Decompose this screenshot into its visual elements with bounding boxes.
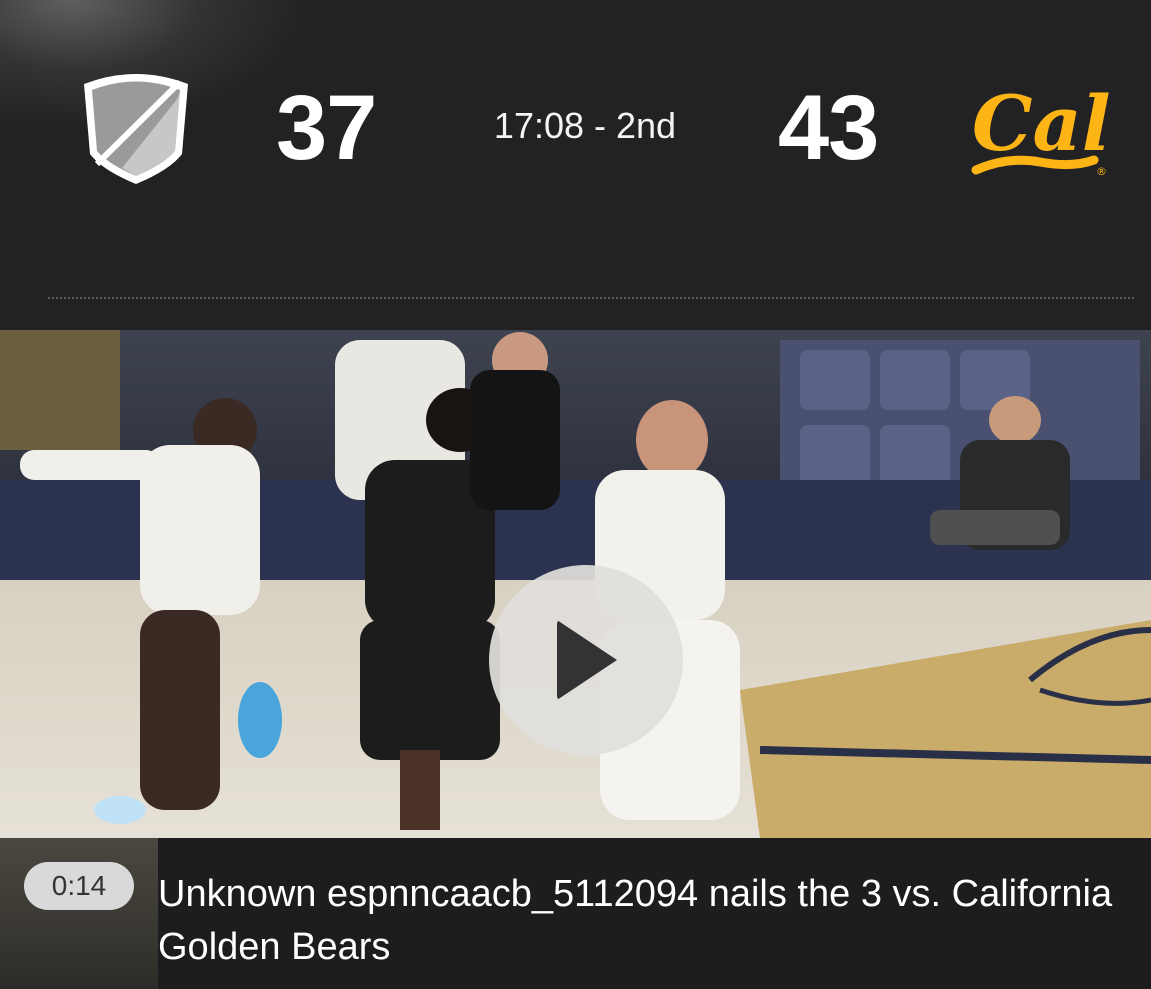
video-thumbnail: [0, 838, 158, 989]
cal-logo: Cal ®: [971, 79, 1110, 178]
video-caption-bar[interactable]: 0:14 Unknown espnncaacb_5112094 nails th…: [0, 838, 1151, 989]
divider: [48, 297, 1134, 299]
home-score: 43: [778, 77, 879, 179]
away-team-shield-icon: [84, 74, 188, 184]
duration-badge: 0:14: [24, 862, 134, 910]
svg-text:®: ®: [1096, 165, 1107, 178]
svg-text:Cal: Cal: [972, 79, 1110, 168]
scoreboard: 37 17:08 - 2nd 43 Cal ®: [0, 0, 1151, 330]
away-score: 37: [276, 77, 377, 179]
video-caption[interactable]: Unknown espnncaacb_5112094 nails the 3 v…: [158, 868, 1138, 974]
play-button[interactable]: [489, 565, 683, 755]
game-clock: 17:08 - 2nd: [493, 105, 677, 146]
play-icon: [557, 620, 617, 700]
